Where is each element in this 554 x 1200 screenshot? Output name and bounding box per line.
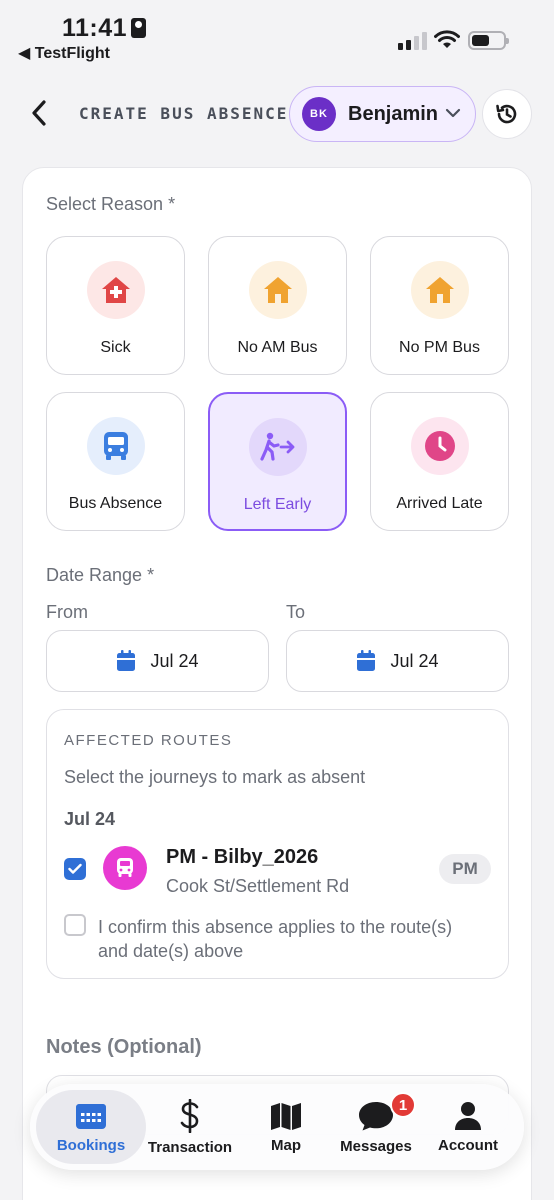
calendar-icon [117, 650, 136, 671]
tab-messages[interactable]: 1 Messages [334, 1090, 418, 1164]
tab-bar: Bookings Transaction Map 1 Messages Acco… [30, 1084, 524, 1170]
reason-label: No AM Bus [237, 339, 318, 356]
route-stop: Cook St/Settlement Rd [166, 876, 350, 896]
reason-label: Arrived Late [396, 495, 483, 512]
bus-icon [117, 858, 133, 877]
tab-bookings[interactable]: Bookings [36, 1090, 146, 1164]
affected-routes-date: Jul 24 [64, 809, 116, 829]
reason-label: Bus Absence [68, 495, 163, 512]
house-icon [263, 277, 292, 303]
reason-icon-circle [410, 261, 469, 319]
to-date-picker[interactable]: Jul 24 [286, 630, 509, 692]
tab-label: Transaction [147, 1138, 233, 1156]
walking-person-icon [259, 432, 294, 461]
tab-label: Messages [340, 1137, 412, 1155]
affected-routes-panel: AFFECTED ROUTES Select the journeys to m… [46, 709, 509, 979]
chevron-down-icon [445, 108, 461, 118]
reason-icon-circle [248, 261, 307, 319]
house-medical-icon [101, 277, 130, 303]
select-reason-label: Select Reason * [46, 194, 176, 214]
reason-icon-circle [86, 417, 145, 475]
affected-routes-title: AFFECTED ROUTES [64, 732, 233, 749]
back-to-app-link[interactable]: ◀ TestFlight [18, 43, 110, 63]
map-icon [271, 1102, 301, 1130]
calendar-icon [357, 650, 376, 671]
reason-option-sick[interactable]: Sick [46, 236, 185, 375]
reason-option-no-am-bus[interactable]: No AM Bus [208, 236, 347, 375]
tab-transaction[interactable]: Transaction [146, 1090, 234, 1164]
reason-label: Left Early [243, 496, 312, 513]
affected-routes-subtitle: Select the journeys to mark as absent [64, 767, 366, 787]
child-selector[interactable]: BK Benjamin [289, 86, 476, 142]
tab-map[interactable]: Map [252, 1090, 320, 1164]
tab-label: Map [271, 1136, 301, 1154]
status-time: 11:41 [62, 14, 147, 43]
reason-option-bus-absence[interactable]: Bus Absence [46, 392, 185, 531]
house-icon [425, 277, 454, 303]
reason-option-left-early[interactable]: Left Early [208, 392, 347, 531]
confirm-text: I confirm this absence applies to the ro… [98, 917, 453, 961]
reason-icon-circle [86, 261, 145, 319]
avatar: BK [302, 97, 336, 131]
reason-icon-circle [248, 418, 307, 476]
bus-icon [103, 432, 128, 460]
battery-icon [468, 31, 509, 50]
child-name: Benjamin [348, 102, 439, 125]
reason-label: No PM Bus [399, 339, 480, 356]
reason-label: Sick [100, 339, 131, 356]
route-bus-icon-circle [103, 846, 147, 890]
reason-option-no-pm-bus[interactable]: No PM Bus [370, 236, 509, 375]
confirm-checkbox[interactable] [64, 914, 86, 936]
to-label: To [286, 602, 306, 622]
messages-badge: 1 [390, 1092, 416, 1118]
dollar-icon [180, 1098, 199, 1133]
reason-icon-circle [410, 417, 469, 475]
status-time-text: 11:41 [62, 14, 128, 42]
status-bar: 11:41 ◀ TestFlight [0, 0, 554, 70]
date-range-label: Date Range * [46, 565, 155, 585]
wifi-icon [434, 30, 460, 48]
page-title: CREATE BUS ABSENCE [79, 104, 289, 123]
notes-label: Notes (Optional) [46, 1036, 202, 1058]
chevron-left-icon [32, 100, 46, 126]
history-button[interactable] [482, 89, 532, 139]
absence-form-card: Select Reason * Sick No AM Bus No PM Bus [22, 167, 532, 1200]
to-date-value: Jul 24 [390, 650, 439, 671]
history-icon [496, 104, 517, 124]
route-name: PM - Bilby_2026 [166, 846, 319, 868]
calendar-icon [76, 1103, 106, 1129]
from-label: From [46, 602, 88, 622]
route-period-badge: PM [439, 854, 491, 884]
contact-card-icon [131, 18, 147, 38]
from-date-value: Jul 24 [150, 650, 199, 671]
route-checkbox[interactable] [64, 858, 86, 880]
tab-account[interactable]: Account [428, 1090, 508, 1164]
clock-icon [424, 431, 455, 461]
tab-label: Bookings [56, 1136, 126, 1154]
header: CREATE BUS ABSENCE BK Benjamin [0, 82, 554, 146]
reason-option-arrived-late[interactable]: Arrived Late [370, 392, 509, 531]
from-date-picker[interactable]: Jul 24 [46, 630, 269, 692]
back-button[interactable] [22, 96, 56, 130]
cellular-signal-icon [398, 32, 427, 50]
person-icon [455, 1101, 481, 1130]
tab-label: Account [438, 1136, 498, 1154]
checkmark-icon [68, 863, 82, 874]
